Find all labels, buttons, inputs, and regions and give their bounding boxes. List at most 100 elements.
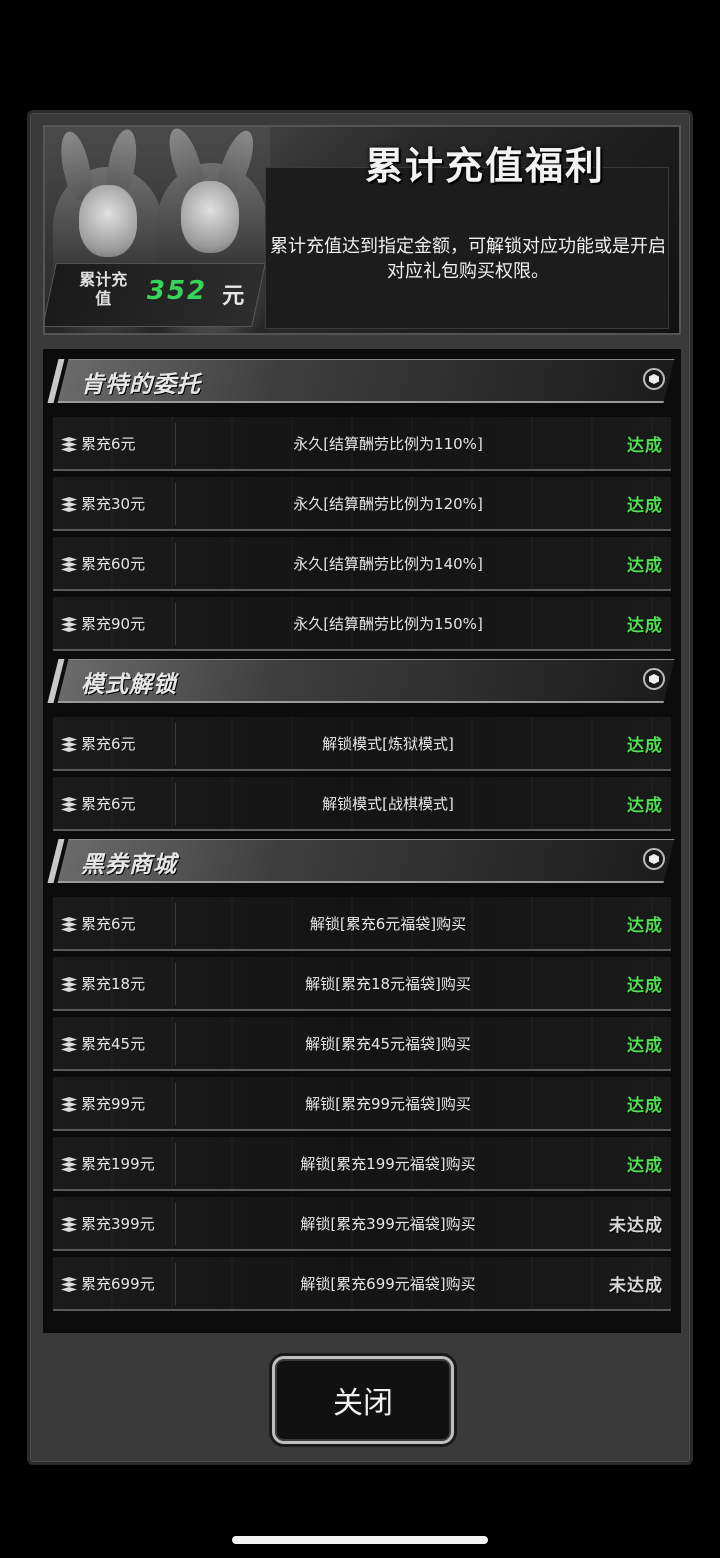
requirement-label: 累充90元 [81, 615, 146, 633]
section-header: 黑券商城 [47, 837, 675, 885]
counter-label: 累计充值 [79, 270, 128, 308]
characters-artwork: 累计充值 352 元 [45, 127, 270, 333]
reward-row[interactable]: 累充60元 永久[结算酬劳比例为140%] 达成 [53, 537, 671, 591]
stack-icon [61, 797, 77, 812]
section-header: 肯特的委托 [47, 357, 675, 405]
requirement-label: 累充699元 [81, 1275, 155, 1293]
reward-row[interactable]: 累充699元 解锁[累充699元福袋]购买 未达成 [53, 1257, 671, 1311]
reward-row[interactable]: 累充90元 永久[结算酬劳比例为150%] 达成 [53, 597, 671, 651]
requirement-label: 累充6元 [81, 915, 136, 933]
reward-label: 解锁[累充18元福袋]购买 [305, 975, 471, 993]
reward-row[interactable]: 累充199元 解锁[累充199元福袋]购买 达成 [53, 1137, 671, 1191]
reward-label: 永久[结算酬劳比例为140%] [293, 555, 483, 573]
row-divider [175, 1143, 176, 1185]
stack-icon [61, 1037, 77, 1052]
reward-row[interactable]: 累充30元 永久[结算酬劳比例为120%] 达成 [53, 477, 671, 531]
status-badge: 未达成 [609, 1276, 663, 1296]
requirement-label: 累充60元 [81, 555, 146, 573]
stack-icon [61, 497, 77, 512]
stack-icon [61, 737, 77, 752]
section-title: 黑券商城 [81, 852, 177, 878]
reward-label: 解锁[累充99元福袋]购买 [305, 1095, 471, 1113]
status-badge: 达成 [627, 436, 663, 456]
status-badge: 达成 [627, 976, 663, 996]
row-divider [175, 483, 176, 525]
reward-label: 永久[结算酬劳比例为150%] [293, 615, 483, 633]
recharge-total-counter: 累计充值 352 元 [45, 263, 266, 327]
reward-row[interactable]: 累充45元 解锁[累充45元福袋]购买 达成 [53, 1017, 671, 1071]
counter-value: 352 [146, 276, 208, 306]
right-character-face [181, 181, 239, 253]
reward-label: 解锁[累充199元福袋]购买 [300, 1155, 476, 1173]
row-divider [175, 963, 176, 1005]
status-badge: 达成 [627, 916, 663, 936]
reward-row[interactable]: 累充6元 解锁[累充6元福袋]购买 达成 [53, 897, 671, 951]
reward-row[interactable]: 累充6元 解锁模式[炼狱模式] 达成 [53, 717, 671, 771]
row-divider [175, 1083, 176, 1125]
row-divider [175, 423, 176, 465]
close-button[interactable]: 关闭 [272, 1356, 454, 1444]
hexagon-icon[interactable] [643, 668, 665, 690]
row-divider [175, 903, 176, 945]
left-character-face [79, 185, 137, 257]
reward-label: 永久[结算酬劳比例为120%] [293, 495, 483, 513]
reward-row[interactable]: 累充99元 解锁[累充99元福袋]购买 达成 [53, 1077, 671, 1131]
counter-unit: 元 [222, 284, 245, 309]
stack-icon [61, 1157, 77, 1172]
status-badge: 未达成 [609, 1216, 663, 1236]
status-badge: 达成 [627, 1036, 663, 1056]
row-divider [175, 783, 176, 825]
reward-row[interactable]: 累充6元 解锁模式[战棋模式] 达成 [53, 777, 671, 831]
reward-label: 解锁模式[炼狱模式] [322, 735, 454, 753]
row-divider [175, 1023, 176, 1065]
row-divider [175, 543, 176, 585]
stack-icon [61, 1217, 77, 1232]
status-badge: 达成 [627, 736, 663, 756]
reward-label: 解锁模式[战棋模式] [322, 795, 454, 813]
reward-row[interactable]: 累充399元 解锁[累充399元福袋]购买 未达成 [53, 1197, 671, 1251]
stack-icon [61, 557, 77, 572]
status-badge: 达成 [627, 616, 663, 636]
stack-icon [61, 437, 77, 452]
hexagon-icon[interactable] [643, 368, 665, 390]
reward-label: 解锁[累充45元福袋]购买 [305, 1035, 471, 1053]
stack-icon [61, 977, 77, 992]
requirement-label: 累充6元 [81, 795, 136, 813]
stack-icon [61, 1277, 77, 1292]
requirement-label: 累充6元 [81, 735, 136, 753]
status-badge: 达成 [627, 556, 663, 576]
requirement-label: 累充6元 [81, 435, 136, 453]
section-header: 模式解锁 [47, 657, 675, 705]
reward-label: 解锁[累充399元福袋]购买 [300, 1215, 476, 1233]
header-banner: 累计充值 352 元 累计充值达到指定金额，可解锁对应功能或是开启对应礼包购买权… [43, 125, 681, 335]
status-badge: 达成 [627, 1156, 663, 1176]
row-divider [175, 1263, 176, 1305]
status-badge: 达成 [627, 796, 663, 816]
requirement-label: 累充30元 [81, 495, 146, 513]
reward-label: 永久[结算酬劳比例为110%] [293, 435, 483, 453]
stack-icon [61, 1097, 77, 1112]
row-divider [175, 723, 176, 765]
reward-row[interactable]: 累充6元 永久[结算酬劳比例为110%] 达成 [53, 417, 671, 471]
rewards-list[interactable]: 肯特的委托 累充6元 永久[结算酬劳比例为110%] 达成 累充30元 永久[结算酬劳比例… [43, 349, 681, 1333]
requirement-label: 累充45元 [81, 1035, 146, 1053]
recharge-rewards-panel: 累计充值 352 元 累计充值达到指定金额，可解锁对应功能或是开启对应礼包购买权… [27, 110, 693, 1465]
requirement-label: 累充99元 [81, 1095, 146, 1113]
section-title: 肯特的委托 [81, 372, 201, 398]
reward-row[interactable]: 累充18元 解锁[累充18元福袋]购买 达成 [53, 957, 671, 1011]
page-title: 累计充值福利 [364, 144, 605, 188]
hexagon-icon[interactable] [643, 848, 665, 870]
description-text: 累计充值达到指定金额，可解锁对应功能或是开启对应礼包购买权限。 [270, 236, 666, 282]
requirement-label: 累充399元 [81, 1215, 155, 1233]
reward-label: 解锁[累充699元福袋]购买 [300, 1275, 476, 1293]
row-divider [175, 1203, 176, 1245]
row-divider [175, 603, 176, 645]
requirement-label: 累充18元 [81, 975, 146, 993]
stack-icon [61, 917, 77, 932]
reward-label: 解锁[累充6元福袋]购买 [309, 915, 467, 933]
status-badge: 达成 [627, 1096, 663, 1116]
home-indicator[interactable] [232, 1536, 488, 1544]
status-badge: 达成 [627, 496, 663, 516]
description-box: 累计充值达到指定金额，可解锁对应功能或是开启对应礼包购买权限。 [265, 167, 669, 329]
requirement-label: 累充199元 [81, 1155, 155, 1173]
